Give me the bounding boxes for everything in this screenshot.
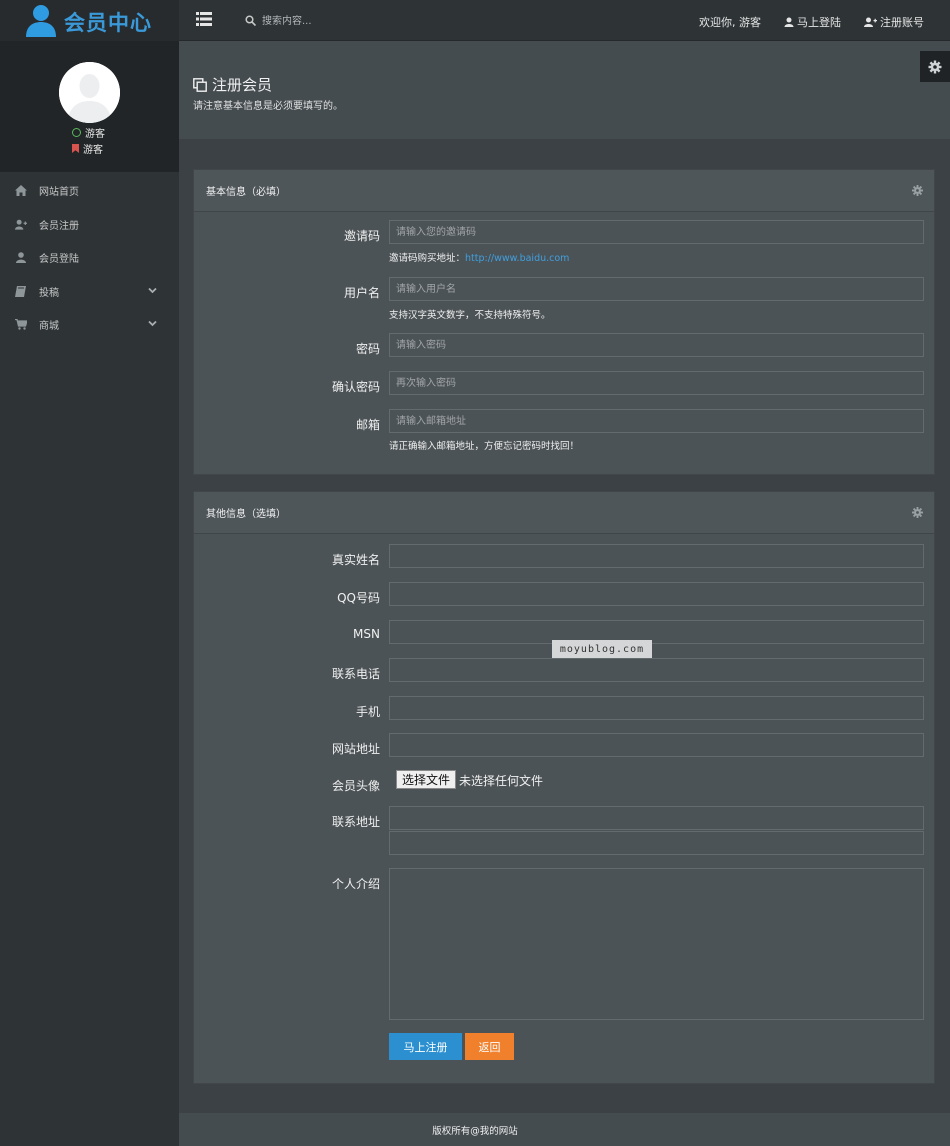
intro-textarea[interactable] — [389, 868, 924, 1020]
confirm-password-label: 确认密码 — [331, 380, 380, 394]
username-help: 支持汉字英文数字，不支持特殊符号。 — [389, 310, 551, 321]
menu-toggle-icon[interactable] — [196, 12, 212, 26]
cart-icon — [15, 319, 27, 330]
username-label: 用户名 — [343, 286, 380, 300]
msn-input[interactable] — [389, 620, 924, 644]
copy-icon — [193, 77, 207, 92]
invite-label: 邀请码 — [343, 229, 380, 243]
user-logo-icon — [26, 5, 56, 37]
file-status-text: 未选择任何文件 — [459, 774, 544, 788]
intro-label: 个人介绍 — [331, 877, 380, 891]
online-status: 游客 — [72, 125, 105, 140]
phone-label: 联系电话 — [331, 667, 380, 681]
sidebar-nav: 网站首页 会员注册 会员登陆 投稿 商城 — [0, 174, 179, 342]
back-button[interactable]: 返回 — [465, 1033, 514, 1060]
sidebar-item-label: 商城 — [39, 321, 59, 333]
avatar[interactable] — [59, 62, 120, 123]
role-text: 游客 — [83, 145, 103, 156]
qq-input[interactable] — [389, 582, 924, 606]
sidebar-item-label: 网站首页 — [39, 187, 79, 199]
email-label: 邮箱 — [355, 418, 380, 432]
mobile-label: 手机 — [355, 705, 380, 719]
panel-header: 基本信息（必填） — [194, 170, 934, 212]
sidebar-item-login[interactable]: 会员登陆 — [0, 241, 179, 275]
password-label: 密码 — [355, 342, 380, 356]
mobile-input[interactable] — [389, 696, 924, 720]
search-icon — [245, 15, 256, 26]
user-icon — [16, 252, 26, 264]
invite-help: 邀请码购买地址：http://www.baidu.com — [389, 250, 569, 264]
home-icon — [15, 185, 27, 197]
sidebar-item-submit[interactable]: 投稿 — [0, 275, 179, 309]
user-role: 游客 — [72, 141, 103, 156]
sidebar-item-home[interactable]: 网站首页 — [0, 174, 179, 208]
register-link[interactable]: 注册账号 — [864, 14, 924, 30]
watermark: moyublog.com — [552, 640, 652, 658]
email-help: 请正确输入邮箱地址，方便忘记密码时找回！ — [389, 441, 580, 452]
status-text: 游客 — [85, 129, 105, 140]
bookmark-icon — [72, 144, 79, 153]
address-label: 联系地址 — [331, 815, 380, 829]
password-input[interactable] — [389, 333, 924, 357]
user-plus-icon — [864, 17, 877, 27]
invite-code-input[interactable] — [389, 220, 924, 244]
phone-input[interactable] — [389, 658, 924, 682]
gear-icon[interactable] — [912, 507, 923, 518]
login-link[interactable]: 马上登陆 — [784, 14, 841, 30]
page-subtitle: 请注意基本信息是必须要填写的。 — [193, 101, 343, 112]
gear-icon[interactable] — [912, 185, 923, 196]
basic-info-panel: 基本信息（必填） 邀请码 邀请码购买地址：http://www.baidu.co… — [193, 169, 935, 475]
email-input[interactable] — [389, 409, 924, 433]
register-label: 注册账号 — [880, 16, 924, 29]
default-avatar-icon — [59, 62, 120, 123]
page-title: 注册会员 — [193, 74, 272, 95]
other-info-panel: 其他信息（选填） 真实姓名 QQ号码 MSN 联系电话 手机 网站地址 会员头像… — [193, 491, 935, 1084]
brand-title: 会员中心 — [64, 11, 152, 35]
chevron-down-icon[interactable] — [148, 286, 157, 295]
sidebar-item-label: 投稿 — [39, 287, 59, 299]
msn-label: MSN — [353, 627, 380, 641]
sidebar-item-shop[interactable]: 商城 — [0, 308, 179, 342]
panel-title: 基本信息（必填） — [206, 187, 286, 198]
sidebar-item-label: 会员注册 — [39, 220, 79, 232]
footer-sidebar-strip — [0, 1113, 179, 1146]
invite-help-text: 邀请码购买地址： — [389, 253, 466, 264]
brand[interactable]: 会员中心 — [0, 0, 179, 41]
chevron-down-icon[interactable] — [148, 319, 157, 328]
address-line1-input[interactable] — [389, 806, 924, 830]
online-circle-icon — [72, 128, 81, 137]
welcome-text: 欢迎你, 游客 — [699, 16, 761, 29]
footer: 版权所有@我的网站 — [0, 1113, 950, 1146]
sidebar-item-label: 会员登陆 — [39, 254, 79, 266]
username-input[interactable] — [389, 277, 924, 301]
user-icon — [784, 17, 794, 27]
address-line2-input[interactable] — [389, 831, 924, 855]
panel-title: 其他信息（选填） — [206, 509, 286, 520]
book-icon — [15, 285, 26, 297]
invite-purchase-link[interactable]: http://www.baidu.com — [465, 253, 569, 264]
realname-label: 真实姓名 — [331, 553, 380, 567]
page-title-text: 注册会员 — [212, 76, 273, 94]
confirm-password-input[interactable] — [389, 371, 924, 395]
website-label: 网站地址 — [331, 742, 380, 756]
qq-label: QQ号码 — [337, 591, 380, 605]
user-plus-icon — [15, 219, 27, 230]
sidebar-item-register[interactable]: 会员注册 — [0, 208, 179, 242]
register-submit-button[interactable]: 马上注册 — [389, 1033, 462, 1060]
page-header: 注册会员 请注意基本信息是必须要填写的。 — [179, 41, 950, 139]
user-profile: 游客 游客 — [0, 41, 179, 172]
copyright-text: 版权所有@我的网站 — [432, 1125, 518, 1137]
search-input[interactable] — [262, 11, 442, 31]
avatar-upload-label: 会员头像 — [331, 779, 380, 793]
top-navbar: 会员中心 欢迎你, 游客 马上登陆 注册账号 — [0, 0, 950, 41]
login-label: 马上登陆 — [797, 16, 841, 29]
gear-icon — [928, 60, 942, 73]
website-input[interactable] — [389, 733, 924, 757]
realname-input[interactable] — [389, 544, 924, 568]
choose-file-button[interactable]: 选择文件 — [396, 770, 457, 789]
settings-toggle[interactable] — [920, 51, 950, 82]
panel-header: 其他信息（选填） — [194, 492, 934, 534]
sidebar: 游客 游客 网站首页 会员注册 会员登陆 投稿 商城 — [0, 41, 179, 1113]
